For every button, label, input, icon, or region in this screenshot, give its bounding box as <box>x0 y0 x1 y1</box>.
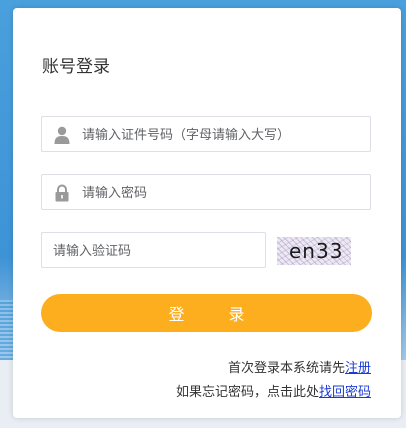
register-hint-text: 首次登录本系统请先 <box>227 360 345 375</box>
user-icon <box>54 126 70 144</box>
captcha-image[interactable]: en33 <box>277 237 351 265</box>
captcha-text: en33 <box>289 239 344 263</box>
forgot-password-link[interactable]: 找回密码 <box>319 384 371 399</box>
captcha-input[interactable] <box>53 233 253 267</box>
forgot-hint: 如果忘记密码，点击此处找回密码 <box>176 381 371 400</box>
password-input[interactable] <box>82 175 362 209</box>
password-field <box>41 174 371 210</box>
login-button[interactable]: 登 录 <box>41 294 372 332</box>
login-panel: 账号登录 en33 登 录 首次登录本系统请先注册 如果忘记密码，点击此处找回 <box>13 8 401 418</box>
register-link[interactable]: 注册 <box>345 360 371 375</box>
panel-title: 账号登录 <box>42 57 110 76</box>
captcha-field <box>41 232 266 268</box>
register-hint: 首次登录本系统请先注册 <box>228 357 371 376</box>
forgot-hint-text: 如果忘记密码，点击此处 <box>175 384 319 399</box>
username-field <box>41 116 371 152</box>
background-stripes <box>0 300 14 360</box>
lock-icon <box>54 184 70 202</box>
username-input[interactable] <box>82 117 362 151</box>
